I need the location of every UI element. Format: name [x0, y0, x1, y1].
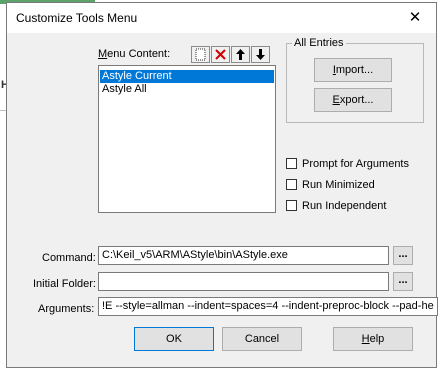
- initial-folder-browse-button[interactable]: ...: [393, 272, 413, 291]
- cancel-button[interactable]: Cancel: [222, 327, 302, 351]
- run-minimized-label: Run Minimized: [302, 179, 375, 191]
- run-independent-label: Run Independent: [302, 200, 387, 212]
- all-entries-title: All Entries: [292, 37, 346, 49]
- list-item[interactable]: Astyle Current: [100, 70, 274, 83]
- prompt-arguments-label: Prompt for Arguments: [302, 158, 409, 170]
- initial-folder-field[interactable]: [98, 272, 389, 291]
- export-button[interactable]: Export...: [314, 88, 392, 112]
- prompt-arguments-checkbox[interactable]: [286, 158, 297, 169]
- move-down-button[interactable]: [251, 46, 270, 63]
- move-down-icon: [256, 49, 265, 60]
- close-button[interactable]: ✕: [402, 5, 428, 31]
- dialog-title: Customize Tools Menu: [16, 11, 138, 25]
- close-icon: ✕: [408, 9, 422, 26]
- delete-icon: [215, 49, 226, 60]
- new-icon: [195, 48, 206, 61]
- run-independent-checkbox[interactable]: [286, 200, 297, 211]
- new-item-button[interactable]: [191, 46, 210, 63]
- move-up-icon: [236, 49, 245, 60]
- arguments-label: Arguments:: [38, 303, 95, 315]
- menu-content-list[interactable]: Astyle Current Astyle All: [98, 65, 276, 213]
- command-label: Command:: [42, 252, 96, 264]
- customize-tools-dialog: Customize Tools Menu ✕ Menu Content: Ast…: [6, 2, 438, 368]
- delete-item-button[interactable]: [211, 46, 230, 63]
- command-field[interactable]: C:\Keil_v5\ARM\AStyle\bin\AStyle.exe: [98, 246, 389, 265]
- initial-folder-label: Initial Folder:: [33, 278, 96, 290]
- run-minimized-checkbox[interactable]: [286, 179, 297, 190]
- ok-button[interactable]: OK: [134, 327, 214, 351]
- command-browse-button[interactable]: ...: [393, 246, 413, 265]
- menu-content-label: Menu Content:: [98, 48, 171, 60]
- arguments-field[interactable]: !E --style=allman --indent=spaces=4 --in…: [98, 297, 438, 316]
- help-button[interactable]: Help: [333, 327, 413, 351]
- list-item[interactable]: Astyle All: [100, 83, 274, 96]
- import-button[interactable]: Import...: [314, 58, 392, 82]
- title-bar: Customize Tools Menu ✕: [7, 3, 436, 33]
- move-up-button[interactable]: [231, 46, 250, 63]
